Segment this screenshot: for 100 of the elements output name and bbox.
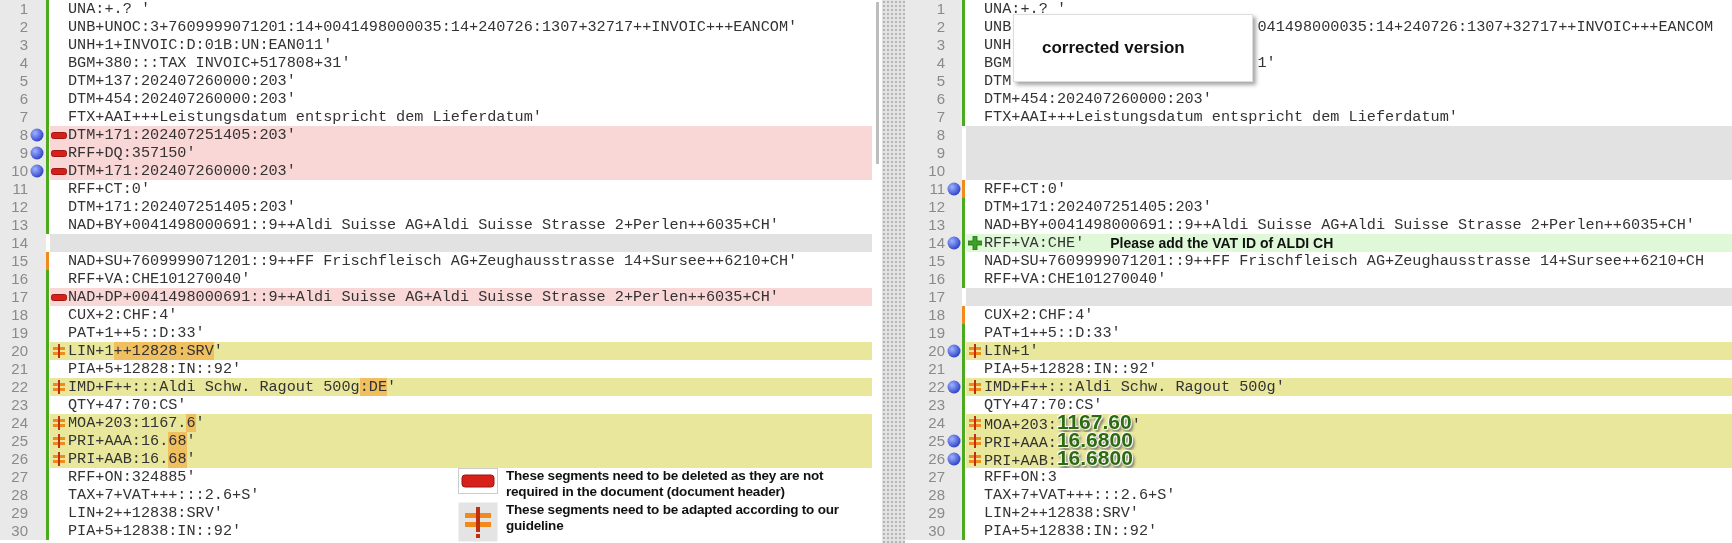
- line-number: 11: [928, 180, 945, 198]
- code-text: UNA:+.? ': [68, 0, 151, 18]
- line-number: 12: [927, 198, 945, 216]
- line-number: 27: [10, 468, 28, 486]
- line-number: 7: [18, 108, 28, 126]
- code-text: RFF+DQ:357150': [68, 144, 196, 162]
- legend-text: These segments need to be deleted as they are not required in the document (document header): [506, 468, 825, 500]
- line-number: 10: [10, 162, 28, 180]
- line-number: 13: [10, 216, 28, 234]
- code-text: PIA+5+12828:IN::92': [984, 360, 1158, 378]
- line-number: 2: [935, 18, 945, 36]
- code-text: RFF+VA:CHE': [984, 234, 1085, 252]
- code-text: RFF+ON:324885': [68, 468, 196, 486]
- legend-text: These segments need to be adapted according to our guideline: [506, 502, 840, 534]
- line-number: 19: [927, 324, 945, 342]
- adapt-marker-icon: [968, 380, 982, 394]
- code-text: CUX+2:CHF:4': [68, 306, 178, 324]
- line-number: 17: [927, 288, 945, 306]
- plus-icon: [968, 236, 982, 250]
- line-number: 21: [10, 360, 28, 378]
- line-number: 20: [10, 342, 28, 360]
- line-number: 24: [927, 414, 945, 432]
- code-text: PAT+1++5::D:33': [984, 324, 1121, 342]
- line-number: 29: [10, 504, 28, 522]
- adapt-marker-icon: [52, 380, 66, 394]
- line-number: 22: [10, 378, 28, 396]
- line-number: 25: [10, 432, 28, 450]
- code-text: FTX+AAI+++Leistungsdatum entspricht dem Lieferdatum': [68, 108, 542, 126]
- line-number: 8: [935, 126, 945, 144]
- code-text: DTM+171:202407251405:203': [984, 198, 1212, 216]
- line-number: 21: [927, 360, 945, 378]
- line-number: 28: [10, 486, 28, 504]
- line-number: 3: [18, 36, 28, 54]
- line-number: 1: [935, 0, 945, 18]
- code-text: UNH+1+INVOIC:D:01B:UN:EAN011': [68, 36, 333, 54]
- line-number: 15: [10, 252, 28, 270]
- adapt-marker-icon: [52, 452, 66, 466]
- line-number: 22: [927, 378, 945, 396]
- line-number: 1: [18, 0, 28, 18]
- line-number: 26: [927, 450, 945, 468]
- code-text: FTX+AAI+++Leistungsdatum entspricht dem Lieferdatum': [984, 108, 1458, 126]
- delete-marker-icon: [51, 131, 67, 139]
- code-text: PAT+1++5::D:33': [68, 324, 205, 342]
- code-text: PIA+5+12838:IN::92': [68, 522, 242, 540]
- code-text: MOA+203:1167.6': [68, 414, 205, 432]
- code-text: TAX+7+VAT+++:::2.6+S': [984, 486, 1176, 504]
- code-text: RFF+VA:CHE101270040': [984, 270, 1167, 288]
- line-number: 24: [10, 414, 28, 432]
- line-number: 6: [18, 90, 28, 108]
- code-text: PRI+AAB:16.68': [68, 450, 196, 468]
- adapt-marker-icon: [52, 344, 66, 358]
- code-text: LIN+2++12838:SRV': [68, 504, 223, 522]
- adapt-marker-icon: [52, 434, 66, 448]
- scrollbar-thumb[interactable]: [875, 2, 879, 164]
- line-number: 14: [10, 234, 28, 252]
- note-text: Please add the VAT ID of ALDI CH: [1110, 233, 1334, 253]
- adapt-marker-icon: [458, 502, 498, 542]
- code-text: QTY+47:70:CS': [984, 396, 1103, 414]
- line-number: 30: [10, 522, 28, 540]
- code-text: PRI+AAA:16.68': [68, 432, 196, 450]
- code-text: NAD+BY+0041498000691::9++Aldi Suisse AG+Aldi Suisse Strasse 2+Perlen++6035+CH': [68, 216, 779, 234]
- adapt-marker-icon: [968, 344, 982, 358]
- line-number: 13: [927, 216, 945, 234]
- code-text: RFF+ON:3: [984, 468, 1057, 486]
- line-number: 15: [927, 252, 945, 270]
- code-text: NAD+SU+7609999071201::9++FF Frischfleisch AG+Zeughausstrasse 14+Sursee++6210+CH: [984, 252, 1704, 270]
- line-number: 4: [18, 54, 28, 72]
- line-number: 8: [18, 126, 28, 144]
- line-number: 23: [927, 396, 945, 414]
- code-text: BGM+380:::TAX INVOIC+517808+31': [68, 54, 351, 72]
- code-text: RFF+VA:CHE101270040': [68, 270, 251, 288]
- line-number: 5: [935, 72, 945, 90]
- line-number: 16: [10, 270, 28, 288]
- line-number: 6: [935, 90, 945, 108]
- line-number: 26: [10, 450, 28, 468]
- line-number: 3: [935, 36, 945, 54]
- adapt-marker-icon: [968, 434, 982, 448]
- code-text: IMD+F++:::Aldi Schw. Ragout 500g:DE': [68, 378, 397, 396]
- code-text: DTM+454:202407260000:203': [984, 90, 1212, 108]
- line-number: 29: [927, 504, 945, 522]
- line-number: 2: [18, 18, 28, 36]
- code-text: NAD+DP+0041498000691::9++Aldi Suisse AG+Aldi Suisse Strasse 2+Perlen++6035+CH': [68, 288, 779, 306]
- delete-marker-icon: [51, 293, 67, 301]
- code-text: LIN+1': [984, 342, 1039, 360]
- line-number: 20: [927, 342, 945, 360]
- code-text: UNH: [984, 36, 1012, 54]
- line-number: 19: [10, 324, 28, 342]
- line-number: 5: [18, 72, 28, 90]
- code-text: RFF+CT:0': [68, 180, 151, 198]
- splitter[interactable]: [882, 0, 905, 543]
- delete-marker-icon: [51, 149, 67, 157]
- line-number: 14: [927, 234, 945, 252]
- code-text: UNA:+.? ': [984, 0, 1067, 18]
- code-text: LIN+2++12838:SRV': [984, 504, 1139, 522]
- code-text: UNB 041498000035:14+240726:1307+32717++INVOIC+++EANCOM: [984, 18, 1714, 36]
- delete-marker-icon: [51, 167, 67, 175]
- code-text: DTM+454:202407260000:203': [68, 90, 296, 108]
- line-number: 18: [10, 306, 28, 324]
- line-number: 9: [935, 144, 945, 162]
- line-number: 17: [10, 288, 28, 306]
